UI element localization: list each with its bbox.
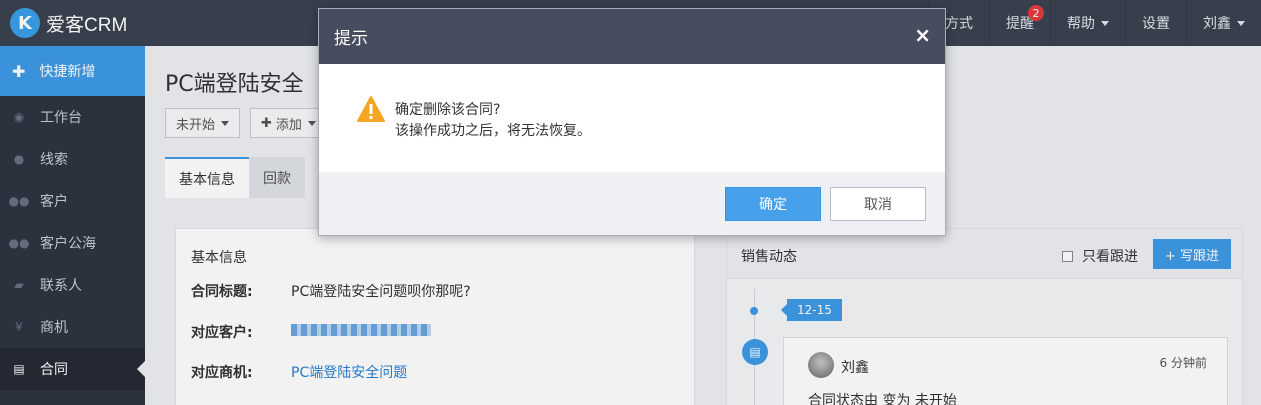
dialog-title: 提示 [334, 29, 368, 49]
confirm-button[interactable]: 确定 [725, 187, 821, 221]
dialog-footer: 确定 取消 [319, 172, 945, 235]
warning-icon [357, 96, 385, 122]
close-icon[interactable]: × [914, 23, 931, 47]
dialog-body: 确定删除该合同? 该操作成功之后，将无法恢复。 [319, 64, 945, 172]
dialog-message: 确定删除该合同? [395, 102, 501, 118]
confirm-dialog: 提示 × 确定删除该合同? 该操作成功之后，将无法恢复。 确定 取消 [318, 8, 946, 236]
dialog-header: 提示 × [319, 9, 945, 64]
dialog-submessage: 该操作成功之后，将无法恢复。 [395, 123, 591, 139]
cancel-button[interactable]: 取消 [830, 187, 926, 221]
